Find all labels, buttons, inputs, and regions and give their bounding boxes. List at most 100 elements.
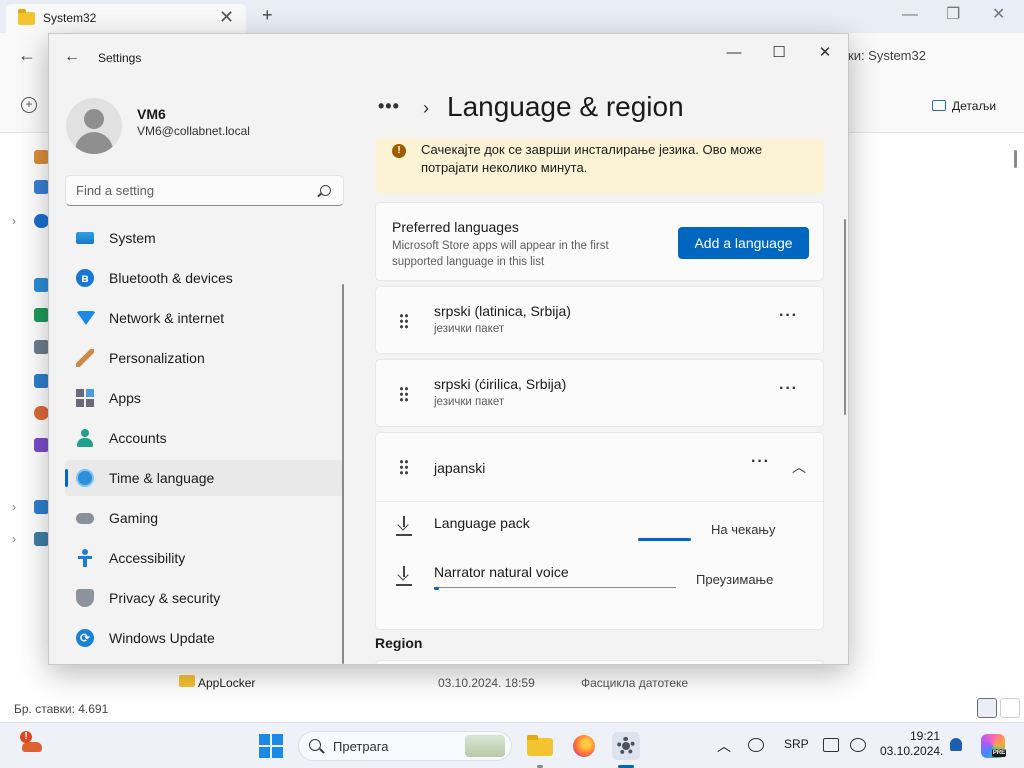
more-options-button[interactable]: ··· <box>779 380 798 398</box>
explorer-tab[interactable]: System32 ✕ <box>6 4 246 33</box>
nav-item-network[interactable]: Network & internet <box>65 300 344 336</box>
explorer-tab-title: System32 <box>43 11 97 25</box>
onedrive-icon[interactable] <box>34 214 49 228</box>
notification-bell-icon[interactable] <box>950 738 962 751</box>
drag-handle-icon[interactable] <box>399 313 409 329</box>
gallery-icon[interactable] <box>34 180 49 194</box>
avatar-head <box>84 109 104 129</box>
preferred-languages-title: Preferred languages <box>392 219 519 235</box>
volume-muted-icon[interactable] <box>850 738 866 752</box>
minimize-button[interactable]: — <box>714 40 754 66</box>
warning-text: Сачекајте док се заврши инсталирање јези… <box>421 142 763 175</box>
nav-item-privacy[interactable]: Privacy & security <box>65 580 344 616</box>
details-button[interactable]: Детаљи <box>932 99 996 113</box>
chevron-right-icon[interactable]: › <box>12 532 16 546</box>
nav-item-system[interactable]: System <box>65 220 344 256</box>
nav-item-windows-update[interactable]: ⟳ Windows Update <box>65 620 344 656</box>
nav-item-apps[interactable]: Apps <box>65 380 344 416</box>
chevron-up-icon[interactable]: ︿ <box>792 457 806 477</box>
nav-item-time-language[interactable]: Time & language <box>65 460 344 496</box>
maximize-button[interactable]: ☐ <box>759 40 799 66</box>
folder-icon <box>18 9 35 25</box>
language-item[interactable]: srpski (latinica, Srbija) језички пакет … <box>375 286 824 354</box>
back-arrow-icon[interactable]: ← <box>64 48 80 66</box>
nav-item-bluetooth[interactable]: ʙ Bluetooth & devices <box>65 260 344 296</box>
nav-item-gaming[interactable]: Gaming <box>65 500 344 536</box>
breadcrumb-more-button[interactable]: ••• <box>378 96 400 117</box>
widgets-icon[interactable] <box>20 731 44 756</box>
details-label: Детаљи <box>952 99 997 113</box>
details-view-icon[interactable] <box>977 698 997 718</box>
table-row[interactable]: AppLocker 03.10.2024. 18:59 Фасцикла дат… <box>0 670 1000 694</box>
start-button[interactable] <box>259 734 283 758</box>
download-status: На чекању <box>711 522 776 537</box>
file-explorer-icon[interactable] <box>526 732 554 760</box>
accessibility-icon <box>76 549 94 567</box>
nav-label: Windows Update <box>109 630 215 646</box>
find-setting-box[interactable] <box>65 175 344 206</box>
progress-fill <box>434 586 439 590</box>
new-tab-button[interactable]: + <box>262 5 273 25</box>
music-icon[interactable] <box>34 406 49 420</box>
drag-handle-icon[interactable] <box>399 386 409 402</box>
nav-label: Accounts <box>109 430 167 446</box>
preferred-languages-subtitle: Microsoft Store apps will appear in the … <box>392 240 609 268</box>
search-input[interactable] <box>76 183 306 198</box>
region-card <box>375 660 824 664</box>
preferred-languages-card: Preferred languages Microsoft Store apps… <box>375 202 824 281</box>
row-name: AppLocker <box>198 676 256 690</box>
pictures-icon[interactable] <box>34 374 49 388</box>
back-arrow-icon[interactable]: ← <box>18 45 36 66</box>
tiles-view-icon[interactable] <box>1000 698 1020 718</box>
language-item[interactable]: srpski (ćirilica, Srbija) језички пакет … <box>375 359 824 427</box>
nav-item-personalization[interactable]: Personalization <box>65 340 344 376</box>
explorer-close-button[interactable]: ✕ <box>992 5 1005 25</box>
download-base <box>396 534 412 536</box>
close-tab-icon[interactable]: ✕ <box>219 7 234 27</box>
wifi-icon <box>76 311 96 325</box>
address-path[interactable]: ки: System32 <box>848 48 926 63</box>
content-scrollbar[interactable] <box>844 219 846 415</box>
language-name: srpski (latinica, Srbija) <box>434 303 571 319</box>
search-icon[interactable] <box>320 185 331 196</box>
more-options-button[interactable]: ··· <box>779 307 798 325</box>
nav-label: Apps <box>109 390 141 406</box>
home-icon[interactable] <box>34 150 49 164</box>
network-icon[interactable] <box>34 532 49 546</box>
nav-scrollbar[interactable] <box>342 284 344 664</box>
settings-app-icon[interactable] <box>612 732 640 760</box>
network-offline-icon[interactable] <box>748 738 764 752</box>
copilot-preview-badge: PRE <box>992 749 1006 757</box>
documents-icon[interactable] <box>34 340 49 354</box>
this-pc-icon[interactable] <box>34 500 49 514</box>
explorer-scrollbar[interactable] <box>1014 150 1017 168</box>
clock[interactable]: 19:21 03.10.2024. <box>880 729 943 759</box>
close-button[interactable]: ✕ <box>805 40 845 66</box>
chevron-up-icon[interactable]: ︿ <box>717 736 731 756</box>
avatar[interactable] <box>66 98 122 154</box>
downloads-icon[interactable] <box>34 308 49 322</box>
videos-icon[interactable] <box>34 438 49 452</box>
chevron-right-icon[interactable]: › <box>12 500 16 514</box>
narrator-voice-progress <box>434 586 676 590</box>
avatar-body <box>75 132 113 154</box>
add-language-button[interactable]: Add a language <box>678 227 809 259</box>
drag-handle-icon[interactable] <box>399 459 409 475</box>
language-subtitle: језички пакет <box>434 323 505 335</box>
more-options-button[interactable]: ··· <box>751 453 770 471</box>
chevron-right-icon: › <box>423 98 429 118</box>
nav-label: Personalization <box>109 350 205 366</box>
explorer-minimize-button[interactable]: — <box>902 5 918 25</box>
nav-item-accessibility[interactable]: Accessibility <box>65 540 344 576</box>
chevron-right-icon[interactable]: › <box>12 214 16 228</box>
desktop-icon[interactable] <box>34 278 49 292</box>
firefox-icon[interactable] <box>570 732 598 760</box>
nav-item-accounts[interactable]: Accounts <box>65 420 344 456</box>
taskbar-search[interactable]: Претрага <box>298 731 512 761</box>
language-name: srpski (ćirilica, Srbija) <box>434 376 567 392</box>
explorer-restore-button[interactable]: ❐ <box>946 5 960 25</box>
display-icon[interactable] <box>823 738 839 752</box>
input-language-indicator[interactable]: SRP <box>784 737 809 751</box>
new-item-icon[interactable]: + <box>21 97 37 113</box>
explorer-nav-pane: › › › <box>0 134 50 694</box>
